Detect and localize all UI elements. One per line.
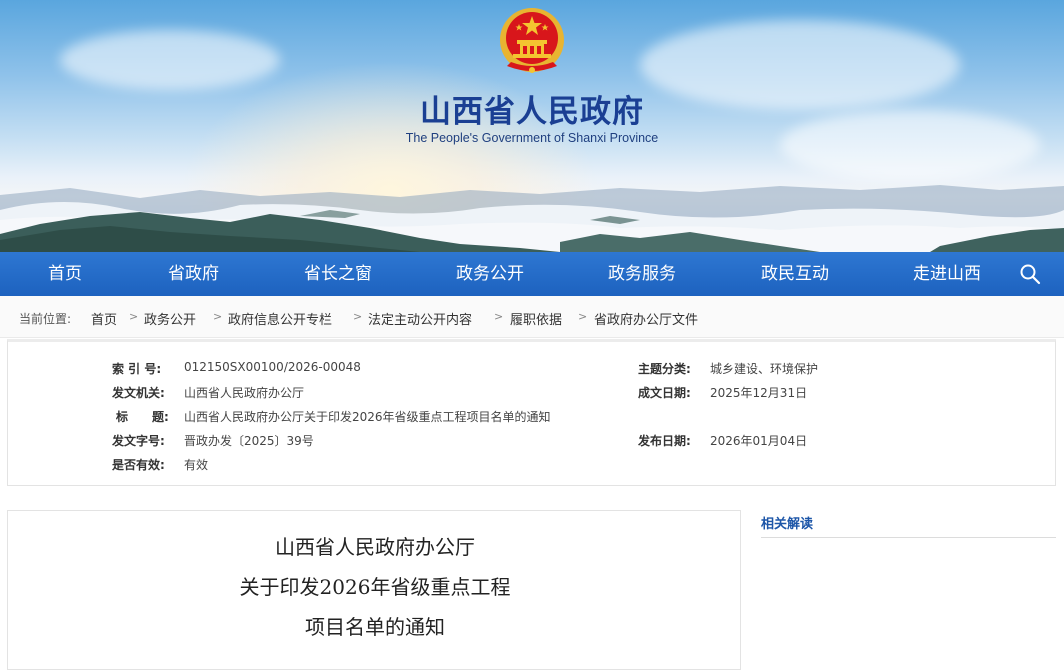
- sky-cloud: [60, 30, 280, 90]
- document-content: 山西省人民政府办公厅 关于印发2026年省级重点工程 项目名单的通知: [7, 510, 741, 670]
- nav-item-public-interaction[interactable]: 政民互动: [761, 252, 829, 296]
- breadcrumb-item-duty-basis[interactable]: 履职依据: [510, 309, 562, 328]
- breadcrumb-separator-icon: >: [578, 310, 588, 323]
- site-subtitle: The People's Government of Shanxi Provin…: [405, 131, 659, 145]
- breadcrumb-item-info-disclosure[interactable]: 政府信息公开专栏: [228, 309, 332, 328]
- written-date-label: 成文日期:: [638, 386, 691, 400]
- document-metadata-panel: 索 引 号: 012150SX00100/2026-00048 主题分类: 城乡…: [7, 339, 1056, 486]
- document-number-label: 发文字号:: [112, 434, 165, 448]
- topic-category-value: 城乡建设、环境保护: [710, 362, 819, 376]
- related-interpretation-title[interactable]: 相关解读: [761, 513, 813, 532]
- issuing-authority-label: 发文机关:: [112, 386, 165, 400]
- document-heading-line-1: 山西省人民政府办公厅: [275, 535, 475, 559]
- nav-item-provincial-government[interactable]: 省政府: [168, 252, 219, 296]
- breadcrumb-item-office-documents[interactable]: 省政府办公厅文件: [594, 309, 698, 328]
- index-number-label: 索 引 号:: [112, 362, 162, 376]
- nav-item-explore-shanxi[interactable]: 走进山西: [913, 252, 981, 296]
- validity-value: 有效: [184, 458, 209, 472]
- document-heading-line-3: 项目名单的通知: [305, 615, 445, 639]
- topic-category-label: 主题分类:: [638, 362, 691, 376]
- written-date-value: 2025年12月31日: [710, 386, 808, 400]
- breadcrumb-separator-icon: >: [353, 310, 363, 323]
- breadcrumb-item-home[interactable]: 首页: [91, 309, 117, 328]
- header-banner: 山西省人民政府 The People's Government of Shanx…: [0, 0, 1064, 252]
- validity-label: 是否有效:: [112, 458, 165, 472]
- nav-item-governor-window[interactable]: 省长之窗: [304, 252, 372, 296]
- publish-date-value: 2026年01月04日: [710, 434, 808, 448]
- breadcrumb-separator-icon: >: [213, 310, 223, 323]
- breadcrumb-item-statutory-disclosure[interactable]: 法定主动公开内容: [368, 309, 472, 328]
- document-title-label: 标 题:: [116, 410, 169, 424]
- nav-item-home[interactable]: 首页: [48, 252, 82, 296]
- breadcrumb-separator-icon: >: [129, 310, 139, 323]
- breadcrumb-label: 当前位置:: [19, 312, 72, 326]
- nav-item-government-services[interactable]: 政务服务: [608, 252, 676, 296]
- breadcrumb-separator-icon: >: [494, 310, 504, 323]
- index-number-value: 012150SX00100/2026-00048: [184, 360, 361, 374]
- breadcrumb-item-government-affairs[interactable]: 政务公开: [144, 309, 196, 328]
- document-number-value: 晋政办发〔2025〕39号: [184, 434, 314, 448]
- site-title: 山西省人民政府: [420, 94, 644, 130]
- breadcrumb: 当前位置: 首页 > 政务公开 > 政府信息公开专栏 > 法定主动公开内容 > …: [0, 296, 1064, 338]
- issuing-authority-value: 山西省人民政府办公厅: [184, 386, 305, 400]
- divider: [761, 537, 1056, 538]
- national-emblem-icon: [500, 8, 564, 73]
- publish-date-label: 发布日期:: [638, 434, 691, 448]
- search-icon[interactable]: [1018, 262, 1042, 286]
- main-nav: 首页 省政府 省长之窗 政务公开 政务服务 政民互动 走进山西: [0, 252, 1064, 296]
- nav-item-government-affairs-disclosure[interactable]: 政务公开: [456, 252, 524, 296]
- document-heading-line-2: 关于印发2026年省级重点工程: [239, 575, 511, 599]
- document-title-value: 山西省人民政府办公厅关于印发2026年省级重点工程项目名单的通知: [184, 410, 551, 424]
- mountain-scenery: [0, 185, 1064, 252]
